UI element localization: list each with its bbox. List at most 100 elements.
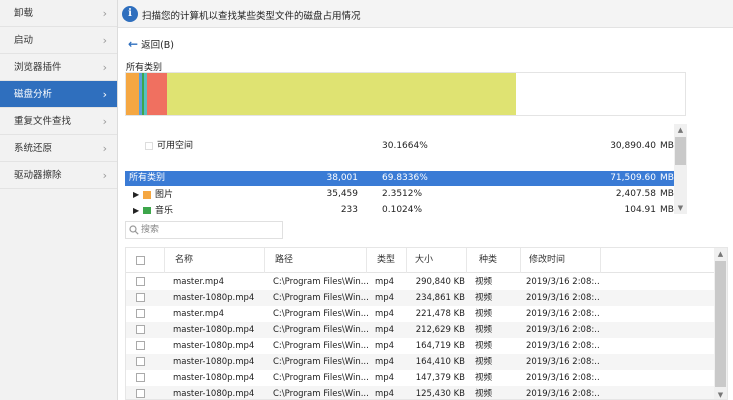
row-checkbox[interactable] xyxy=(136,373,145,382)
table-row[interactable]: master-1080p.mp4 C:\Program Files\Win... m… xyxy=(126,370,714,386)
header-kind[interactable]: 种类 xyxy=(467,248,521,273)
table-scrollbar[interactable]: ▲ ▼ xyxy=(714,248,727,399)
table-row[interactable]: master-1080p.mp4 C:\Program Files\Win... m… xyxy=(126,322,714,338)
checkbox[interactable] xyxy=(145,141,153,150)
row-checkbox[interactable] xyxy=(136,293,145,302)
cell-name: master-1080p.mp4 xyxy=(173,341,255,351)
category-row-pictures[interactable]: ▶ 图片 35,459 2.3512% 2,407.58 MB xyxy=(125,187,674,202)
category-name: ▶ 音乐 xyxy=(133,203,173,214)
category-count: 35,459 xyxy=(326,189,359,199)
sidebar: 卸载 › 启动 › 浏览器插件 › 磁盘分析 › 重复文件查找 › 系统还原 › 驱动器擦除… xyxy=(0,0,118,400)
sidebar-item-drive-wiper[interactable]: 驱动器擦除 › xyxy=(0,162,117,189)
cell-modified: 2019/3/16 2:08:... xyxy=(526,373,599,383)
cell-modified: 2019/3/16 2:08:... xyxy=(526,325,599,335)
row-checkbox[interactable] xyxy=(136,341,145,350)
row-checkbox[interactable] xyxy=(136,389,145,398)
table-row[interactable]: master-1080p.mp4 C:\Program Files\Win... m… xyxy=(126,338,714,354)
search-input[interactable] xyxy=(141,223,279,237)
sidebar-item-system-restore[interactable]: 系统还原 › xyxy=(0,135,117,162)
sidebar-item-label: 驱动器擦除 xyxy=(14,170,62,181)
scrollbar-thumb[interactable] xyxy=(675,137,686,165)
category-row-music[interactable]: ▶ 音乐 233 0.1024% 104.91 MB xyxy=(125,203,674,214)
table-row[interactable]: master-1080p.mp4 C:\Program Files\Win... m… xyxy=(126,386,714,399)
search-box[interactable] xyxy=(125,221,283,239)
cell-type: mp4 xyxy=(375,325,395,335)
row-checkbox[interactable] xyxy=(136,277,145,286)
sidebar-item-disk-analysis[interactable]: 磁盘分析 › xyxy=(0,81,117,108)
usage-segment xyxy=(126,73,140,115)
cell-name: master-1080p.mp4 xyxy=(173,357,255,367)
sidebar-item-startup[interactable]: 启动 › xyxy=(0,27,117,54)
category-size: 2,407.58 xyxy=(615,189,656,199)
cell-size: 234,861 KB xyxy=(415,293,465,303)
table-header: 名称 路径 类型 大小 种类 修改时间 xyxy=(126,248,714,273)
header-path[interactable]: 路径 xyxy=(265,248,367,273)
category-row-free-space[interactable]: 可用空间 30.1664% 30,890.40 MB xyxy=(125,139,674,154)
cell-kind: 视频 xyxy=(475,293,493,303)
row-checkbox[interactable] xyxy=(136,357,145,366)
sidebar-item-label: 卸载 xyxy=(14,8,34,19)
scroll-down-icon[interactable]: ▼ xyxy=(674,202,687,214)
back-button[interactable]: ← 返回(B) xyxy=(128,37,174,51)
sidebar-item-uninstall[interactable]: 卸载 › xyxy=(0,0,117,27)
cell-name: master.mp4 xyxy=(173,309,224,319)
sidebar-item-label: 磁盘分析 xyxy=(14,89,53,100)
info-banner: i 扫描您的计算机以查找某些类型文件的磁盘占用情况 xyxy=(118,0,733,28)
cell-type: mp4 xyxy=(375,293,395,303)
header-select-all[interactable] xyxy=(126,248,165,273)
table-row[interactable]: master.mp4 C:\Program Files\Win... mp4 221,… xyxy=(126,306,714,322)
scroll-down-icon[interactable]: ▼ xyxy=(714,389,727,399)
cell-path: C:\Program Files\Win... xyxy=(273,357,369,367)
header-modified[interactable]: 修改时间 xyxy=(521,248,601,273)
scroll-up-icon[interactable]: ▲ xyxy=(674,124,687,136)
header-size[interactable]: 大小 xyxy=(407,248,467,273)
cell-size: 147,379 KB xyxy=(415,373,465,383)
table-row[interactable]: master.mp4 C:\Program Files\Win... mp4 290,… xyxy=(126,274,714,290)
chevron-right-icon: › xyxy=(102,115,107,128)
chevron-right-icon: › xyxy=(102,169,107,182)
cell-kind: 视频 xyxy=(475,277,493,287)
expand-icon[interactable]: ▶ xyxy=(133,187,143,202)
cell-modified: 2019/3/16 2:08:... xyxy=(526,309,599,319)
info-icon: i xyxy=(122,6,138,22)
file-table: 名称 路径 类型 大小 种类 修改时间 master.mp4 C:\Program… xyxy=(125,247,728,400)
scroll-up-icon[interactable]: ▲ xyxy=(714,248,727,260)
sidebar-item-label: 启动 xyxy=(14,35,34,46)
row-checkbox[interactable] xyxy=(136,309,145,318)
category-unit: MB xyxy=(660,205,674,214)
row-checkbox[interactable] xyxy=(136,325,145,334)
sidebar-item-label: 浏览器插件 xyxy=(14,62,62,73)
cell-kind: 视频 xyxy=(475,325,493,335)
cell-type: mp4 xyxy=(375,309,395,319)
usage-segment xyxy=(167,73,517,115)
cell-size: 290,840 KB xyxy=(415,277,465,287)
cell-name: master-1080p.mp4 xyxy=(173,325,255,335)
cell-modified: 2019/3/16 2:08:... xyxy=(526,293,599,303)
scrollbar-thumb[interactable] xyxy=(715,261,726,387)
category-scrollbar[interactable]: ▲ ▼ xyxy=(674,124,687,214)
table-row[interactable]: master-1080p.mp4 C:\Program Files\Win... m… xyxy=(126,290,714,306)
category-name: 所有类别 xyxy=(129,173,166,183)
sidebar-item-duplicate-finder[interactable]: 重复文件查找 › xyxy=(0,108,117,135)
disk-usage-bar xyxy=(125,72,686,116)
search-icon xyxy=(129,225,139,235)
chevron-right-icon: › xyxy=(102,7,107,20)
back-label: 返回(B) xyxy=(141,40,174,51)
expand-icon[interactable]: ▶ xyxy=(133,203,143,214)
chevron-right-icon: › xyxy=(102,61,107,74)
table-row[interactable]: master-1080p.mp4 C:\Program Files\Win... m… xyxy=(126,354,714,370)
cell-modified: 2019/3/16 2:08:... xyxy=(526,357,599,367)
cell-name: master.mp4 xyxy=(173,277,224,287)
cell-path: C:\Program Files\Win... xyxy=(273,373,369,383)
category-row-all[interactable]: 所有类别 38,001 69.8336% 71,509.60 MB xyxy=(125,171,674,186)
cell-path: C:\Program Files\Win... xyxy=(273,389,369,399)
header-name[interactable]: 名称 xyxy=(165,248,265,273)
select-all-checkbox[interactable] xyxy=(136,256,145,265)
usage-segment xyxy=(147,73,168,115)
chevron-right-icon: › xyxy=(102,142,107,155)
header-type[interactable]: 类型 xyxy=(367,248,407,273)
sidebar-item-browser-plugins[interactable]: 浏览器插件 › xyxy=(0,54,117,81)
category-percent: 2.3512% xyxy=(382,189,423,199)
category-unit: MB xyxy=(660,173,674,183)
cell-type: mp4 xyxy=(375,341,395,351)
